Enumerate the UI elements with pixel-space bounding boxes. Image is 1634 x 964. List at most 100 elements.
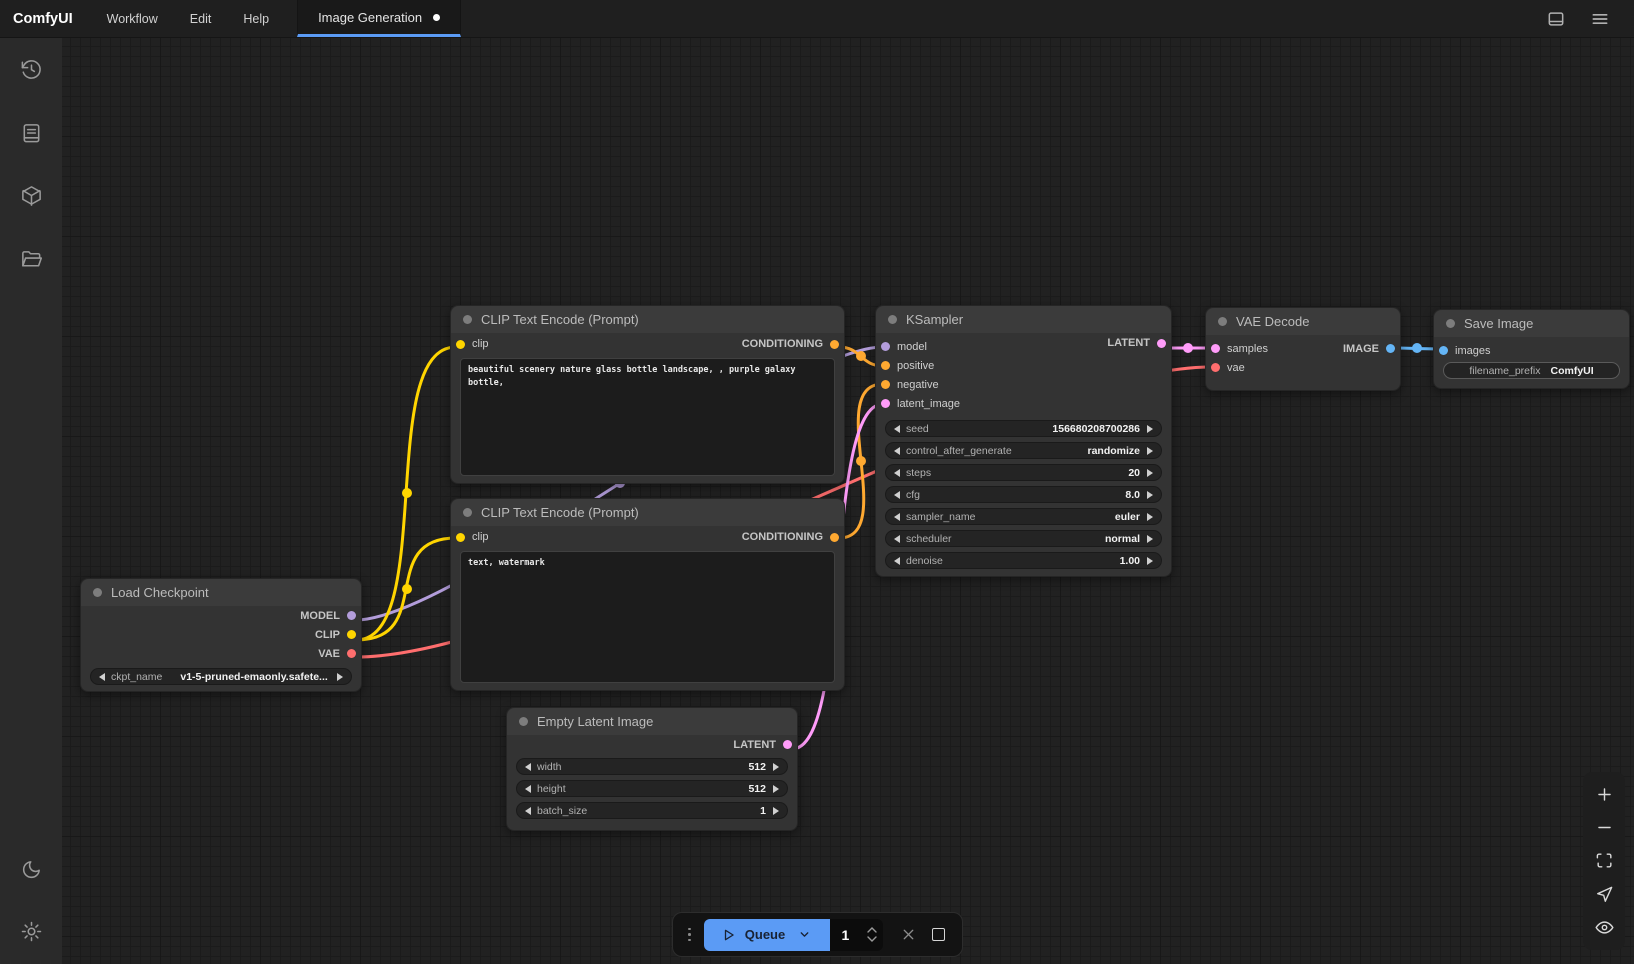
next-value-icon[interactable] (1147, 447, 1153, 455)
app-logo[interactable]: ComfyUI (0, 0, 91, 37)
input-port-model[interactable]: model (881, 341, 927, 353)
prompt-textarea[interactable]: text, watermark (460, 551, 835, 683)
prev-value-icon[interactable] (894, 425, 900, 433)
collapse-dot-icon[interactable] (463, 315, 472, 324)
widget-width[interactable]: width 512 (516, 758, 788, 775)
node-header[interactable]: VAE Decode (1206, 308, 1400, 335)
next-value-icon[interactable] (773, 785, 779, 793)
drag-handle-icon[interactable] (686, 926, 693, 944)
output-port-image[interactable]: IMAGE (1343, 343, 1395, 355)
prev-value-icon[interactable] (894, 491, 900, 499)
widget-height[interactable]: height 512 (516, 780, 788, 797)
port-dot-clip[interactable] (456, 340, 465, 349)
output-port-vae[interactable]: VAE (318, 648, 356, 660)
theme-toggle-moon-icon[interactable] (11, 849, 51, 889)
node-clip-text-encode-negative[interactable]: CLIP Text Encode (Prompt) clip CONDITION… (450, 498, 845, 691)
next-value-icon[interactable] (1147, 491, 1153, 499)
next-value-icon[interactable] (1147, 535, 1153, 543)
model-library-icon[interactable] (11, 175, 51, 215)
port-dot-conditioning[interactable] (881, 361, 890, 370)
menu-workflow[interactable]: Workflow (91, 0, 174, 37)
widget-seed[interactable]: seed 156680208700286 (885, 420, 1162, 437)
widget-steps[interactable]: steps 20 (885, 464, 1162, 481)
port-dot-latent[interactable] (1211, 344, 1220, 353)
input-port-vae[interactable]: vae (1211, 362, 1245, 374)
port-dot-clip[interactable] (456, 533, 465, 542)
output-port-latent[interactable]: LATENT (1107, 337, 1166, 349)
node-load-checkpoint[interactable]: Load Checkpoint MODEL CLIP VAE ckpt_name… (80, 578, 362, 692)
input-port-negative[interactable]: negative (881, 379, 939, 391)
node-empty-latent-image[interactable]: Empty Latent Image LATENT width 512 heig… (506, 707, 798, 831)
decrement-icon[interactable] (867, 936, 877, 942)
node-header[interactable]: CLIP Text Encode (Prompt) (451, 499, 844, 526)
widget-filename-prefix[interactable]: filename_prefix ComfyUI (1443, 362, 1620, 379)
output-port-conditioning[interactable]: CONDITIONING (742, 338, 839, 350)
zoom-out-icon[interactable] (1593, 817, 1615, 839)
widget-denoise[interactable]: denoise 1.00 (885, 552, 1162, 569)
collapse-dot-icon[interactable] (1218, 317, 1227, 326)
batch-count-input[interactable]: 1 (830, 919, 883, 951)
node-header[interactable]: KSampler (876, 306, 1171, 333)
port-dot-latent[interactable] (881, 399, 890, 408)
widget-scheduler[interactable]: scheduler normal (885, 530, 1162, 547)
queue-options-chevron-icon[interactable] (798, 928, 811, 941)
input-port-clip[interactable]: clip (456, 531, 489, 543)
next-value-icon[interactable] (773, 807, 779, 815)
widget-batch-size[interactable]: batch_size 1 (516, 802, 788, 819)
prev-value-icon[interactable] (525, 785, 531, 793)
prompt-textarea[interactable]: beautiful scenery nature glass bottle la… (460, 358, 835, 476)
toggle-link-visibility-eye-icon[interactable] (1593, 917, 1615, 939)
prev-value-icon[interactable] (99, 673, 105, 681)
next-value-icon[interactable] (337, 673, 343, 681)
output-port-model[interactable]: MODEL (300, 610, 356, 622)
output-port-latent[interactable]: LATENT (733, 739, 792, 751)
menu-help[interactable]: Help (227, 0, 285, 37)
input-port-latent-image[interactable]: latent_image (881, 398, 960, 410)
fit-view-icon[interactable] (1593, 850, 1615, 872)
prev-value-icon[interactable] (525, 807, 531, 815)
port-dot-model[interactable] (347, 611, 356, 620)
input-port-images[interactable]: images (1439, 345, 1490, 357)
port-dot-vae[interactable] (347, 649, 356, 658)
prev-value-icon[interactable] (894, 535, 900, 543)
node-save-image[interactable]: Save Image images filename_prefix ComfyU… (1433, 309, 1630, 389)
prev-value-icon[interactable] (894, 469, 900, 477)
queue-history-icon[interactable] (11, 49, 51, 89)
widget-sampler-name[interactable]: sampler_name euler (885, 508, 1162, 525)
collapse-dot-icon[interactable] (519, 717, 528, 726)
port-dot-conditioning[interactable] (830, 340, 839, 349)
prev-value-icon[interactable] (894, 557, 900, 565)
queue-button[interactable]: Queue (704, 919, 830, 951)
next-value-icon[interactable] (1147, 469, 1153, 477)
next-value-icon[interactable] (1147, 425, 1153, 433)
port-dot-image[interactable] (1386, 344, 1395, 353)
zoom-in-icon[interactable] (1593, 783, 1615, 805)
collapse-dot-icon[interactable] (463, 508, 472, 517)
port-dot-conditioning[interactable] (881, 380, 890, 389)
input-port-clip[interactable]: clip (456, 338, 489, 350)
port-dot-clip[interactable] (347, 630, 356, 639)
prev-value-icon[interactable] (894, 513, 900, 521)
port-dot-conditioning[interactable] (830, 533, 839, 542)
workflow-tab-image-generation[interactable]: Image Generation (297, 0, 461, 37)
node-graph-canvas[interactable] (62, 38, 1634, 964)
settings-gear-icon[interactable] (11, 911, 51, 951)
collapse-dot-icon[interactable] (93, 588, 102, 597)
node-library-icon[interactable] (11, 113, 51, 153)
bottom-panel-toggle-icon[interactable] (1546, 9, 1566, 29)
node-header[interactable]: Save Image (1434, 310, 1629, 337)
port-dot-image[interactable] (1439, 346, 1448, 355)
node-ksampler[interactable]: KSampler model positive negative latent_… (875, 305, 1172, 577)
hamburger-menu-icon[interactable] (1590, 9, 1610, 29)
output-port-conditioning[interactable]: CONDITIONING (742, 531, 839, 543)
port-dot-model[interactable] (881, 342, 890, 351)
next-value-icon[interactable] (773, 763, 779, 771)
collapse-dot-icon[interactable] (1446, 319, 1455, 328)
input-port-samples[interactable]: samples (1211, 343, 1268, 355)
increment-icon[interactable] (867, 927, 877, 933)
widget-cfg[interactable]: cfg 8.0 (885, 486, 1162, 503)
node-header[interactable]: Empty Latent Image (507, 708, 797, 735)
output-port-clip[interactable]: CLIP (315, 629, 356, 641)
next-value-icon[interactable] (1147, 513, 1153, 521)
next-value-icon[interactable] (1147, 557, 1153, 565)
